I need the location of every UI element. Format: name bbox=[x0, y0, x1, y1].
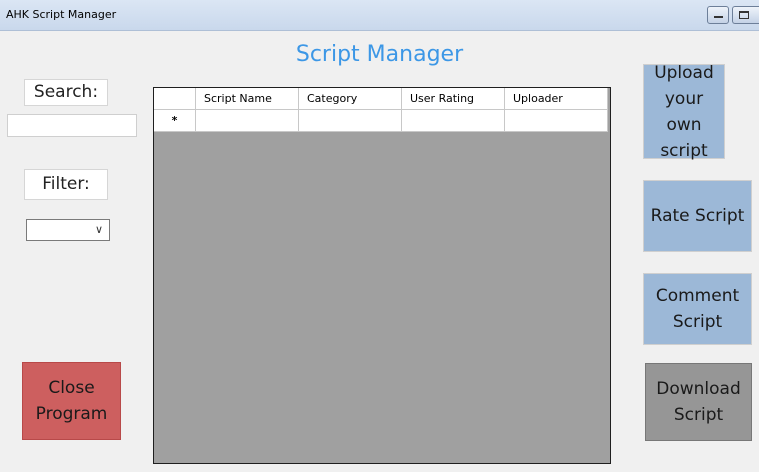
column-header-user-rating[interactable]: User Rating bbox=[402, 88, 505, 110]
row-header-corner bbox=[154, 88, 196, 110]
search-input[interactable] bbox=[7, 114, 137, 137]
column-header-category[interactable]: Category bbox=[299, 88, 402, 110]
filter-label: Filter: bbox=[24, 169, 108, 200]
download-script-button[interactable]: Download Script bbox=[645, 363, 752, 441]
title-bar: AHK Script Manager bbox=[0, 0, 759, 31]
column-header-script-name[interactable]: Script Name bbox=[196, 88, 299, 110]
column-header-uploader[interactable]: Uploader bbox=[505, 88, 608, 110]
cell-script-name[interactable] bbox=[196, 110, 299, 132]
cell-uploader[interactable] bbox=[505, 110, 608, 132]
search-label: Search: bbox=[24, 79, 108, 106]
maximize-icon bbox=[739, 11, 749, 19]
filter-dropdown[interactable]: ∨ bbox=[26, 219, 110, 241]
maximize-button[interactable] bbox=[732, 6, 759, 24]
cell-category[interactable] bbox=[299, 110, 402, 132]
minimize-icon bbox=[714, 16, 723, 18]
new-row-marker: * bbox=[154, 110, 196, 132]
window-title: AHK Script Manager bbox=[6, 8, 117, 21]
rate-script-button[interactable]: Rate Script bbox=[643, 180, 752, 252]
cell-user-rating[interactable] bbox=[402, 110, 505, 132]
close-program-button[interactable]: Close Program bbox=[22, 362, 121, 440]
scripts-table[interactable]: Script Name Category User Rating Uploade… bbox=[153, 87, 611, 464]
comment-script-button[interactable]: Comment Script bbox=[643, 273, 752, 345]
chevron-down-icon: ∨ bbox=[94, 223, 103, 236]
minimize-button[interactable] bbox=[707, 6, 729, 24]
upload-script-button[interactable]: Upload your own script bbox=[643, 63, 725, 161]
